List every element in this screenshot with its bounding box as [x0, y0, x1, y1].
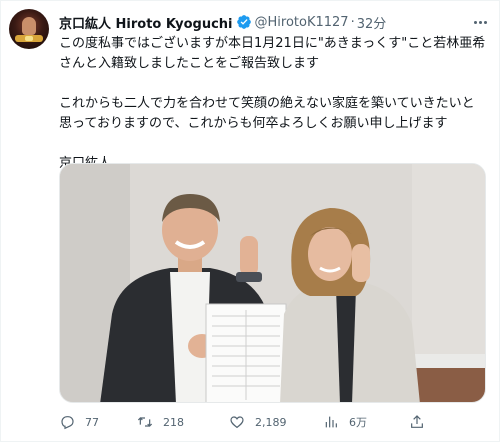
tweet-paragraph-1: この度私事ではございますが本日1月21日に"あきまっくす"こと若林亜希さんと入籍…: [59, 36, 486, 71]
author-avatar[interactable]: [9, 9, 49, 49]
views-chart-icon: [325, 416, 337, 428]
retweet-icon: [137, 417, 153, 427]
tweet-card[interactable]: 京口紘人 Hiroto Kyoguchi @HirotoK1127 · 32分 …: [0, 0, 500, 442]
avatar-belt-plate: [25, 36, 33, 41]
share-button[interactable]: [409, 411, 425, 433]
photo-illustration: [60, 164, 485, 402]
verified-badge-icon: [236, 15, 251, 29]
tweet-photo[interactable]: [59, 163, 486, 403]
author-name[interactable]: 京口紘人 Hiroto Kyoguchi: [59, 13, 233, 32]
retweet-count: 218: [163, 415, 184, 429]
views-button[interactable]: 6万: [323, 411, 367, 433]
retweet-button[interactable]: 218: [137, 411, 184, 433]
reply-count: 77: [85, 415, 99, 429]
like-count: 2,189: [255, 415, 287, 429]
like-button[interactable]: 2,189: [229, 411, 287, 433]
tweet-text: この度私事ではございますが本日1月21日に"あきまっくす"こと若林亜希さんと入籍…: [59, 34, 487, 174]
tweet-header: 京口紘人 Hiroto Kyoguchi @HirotoK1127 · 32分: [59, 12, 386, 32]
views-count: 6万: [349, 416, 367, 429]
tweet-time[interactable]: 32分: [357, 13, 387, 32]
tweet-paragraph-2: これからも二人で力を合わせて笑顔の絶えない家庭を築いていきたいと思っておりますの…: [59, 96, 475, 131]
separator-dot: ·: [350, 14, 355, 30]
heart-icon: [230, 416, 244, 429]
reply-button[interactable]: 77: [59, 411, 99, 433]
more-icon[interactable]: [471, 13, 489, 31]
author-handle[interactable]: @HirotoK1127: [255, 15, 349, 30]
avatar-figure: [22, 17, 36, 35]
tweet-actions: 77 218 2,189 6万: [59, 411, 489, 433]
reply-icon: [61, 416, 74, 430]
share-icon: [411, 415, 423, 428]
